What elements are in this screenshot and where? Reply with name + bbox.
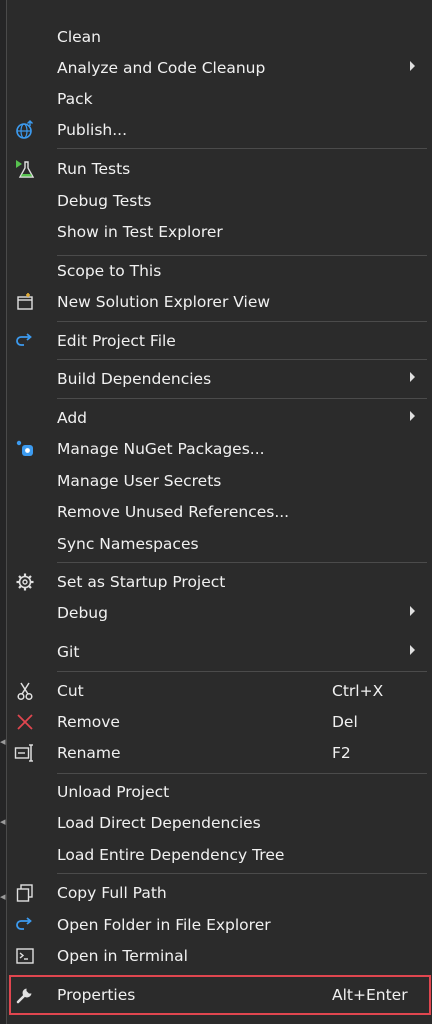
menu-separator xyxy=(57,671,427,672)
menu-item-label: New Solution Explorer View xyxy=(57,293,271,311)
menu-item-label: Copy Full Path xyxy=(57,884,167,902)
menu-item-remove-unused-references[interactable]: Remove Unused References... xyxy=(7,497,427,528)
submenu-arrow-icon xyxy=(410,61,415,71)
menu-item-label: Load Entire Dependency Tree xyxy=(57,846,285,864)
menu-item-edit-project-file[interactable]: Edit Project File xyxy=(7,326,427,357)
menu-item-label: Publish... xyxy=(57,121,128,139)
menu-item-label: Open Folder in File Explorer xyxy=(57,916,271,934)
menu-item-open-folder-in-file-explorer[interactable]: Open Folder in File Explorer xyxy=(7,910,427,941)
menu-item-remove[interactable]: Remove Del xyxy=(7,707,427,738)
menu-item-show-in-test-explorer[interactable]: Show in Test Explorer xyxy=(7,217,427,248)
menu-item-new-solution-explorer-view[interactable]: New Solution Explorer View xyxy=(7,287,427,318)
menu-item-set-as-startup-project[interactable]: Set as Startup Project xyxy=(7,567,427,598)
menu-separator xyxy=(57,873,427,874)
menu-item-label: Add xyxy=(57,409,88,427)
menu-item-run-tests[interactable]: Run Tests xyxy=(7,154,427,185)
menu-item-label: Run Tests xyxy=(57,160,131,178)
menu-item-cut[interactable]: Cut Ctrl+X xyxy=(7,676,427,707)
menu-item-label: Remove xyxy=(57,713,120,731)
menu-item-unload-project[interactable]: Unload Project xyxy=(7,777,427,808)
submenu-arrow-icon xyxy=(410,411,415,421)
menu-item-label: Git xyxy=(57,643,80,661)
publish-globe-icon xyxy=(13,119,37,141)
menu-item-publish[interactable]: Publish... xyxy=(7,115,427,146)
menu-separator xyxy=(57,359,427,360)
menu-item-build-dependencies[interactable]: Build Dependencies xyxy=(7,364,427,395)
remove-x-icon xyxy=(13,711,37,733)
project-context-menu: Clean Analyze and Code Cleanup Pack Publ… xyxy=(6,0,432,1024)
menu-item-label: Unload Project xyxy=(57,783,170,801)
menu-item-load-entire-dependency-tree[interactable]: Load Entire Dependency Tree xyxy=(7,840,427,871)
menu-item-scope-to-this[interactable]: Scope to This xyxy=(7,256,427,287)
menu-item-label: Open in Terminal xyxy=(57,947,188,965)
menu-item-label: Pack xyxy=(57,90,93,108)
menu-item-label: Build Dependencies xyxy=(57,370,212,388)
menu-separator xyxy=(57,321,427,322)
submenu-arrow-icon xyxy=(410,606,415,616)
menu-item-label: Load Direct Dependencies xyxy=(57,814,261,832)
menu-item-label: Clean xyxy=(57,28,101,46)
menu-item-label: Cut xyxy=(57,682,84,700)
menu-item-manage-nuget-packages[interactable]: Manage NuGet Packages... xyxy=(7,434,427,465)
submenu-arrow-icon xyxy=(410,645,415,655)
submenu-arrow-icon xyxy=(410,372,415,382)
copy-icon xyxy=(13,882,37,904)
menu-item-clean[interactable]: Clean xyxy=(7,22,427,53)
menu-item-add[interactable]: Add xyxy=(7,403,427,434)
menu-item-git[interactable]: Git xyxy=(7,637,427,668)
menu-item-label: Debug xyxy=(57,604,108,622)
scissors-icon xyxy=(13,680,37,702)
shortcut-text: Del xyxy=(332,713,358,731)
menu-separator xyxy=(57,773,427,774)
menu-separator xyxy=(57,562,427,563)
open-folder-arrow-icon xyxy=(13,914,37,936)
menu-item-debug[interactable]: Debug xyxy=(7,598,427,629)
properties-highlight-box xyxy=(9,975,431,1015)
menu-item-analyze-and-code-cleanup[interactable]: Analyze and Code Cleanup xyxy=(7,53,427,84)
nuget-icon xyxy=(13,438,37,460)
menu-item-label: Remove Unused References... xyxy=(57,503,290,521)
menu-separator xyxy=(57,148,427,149)
menu-item-label: Manage NuGet Packages... xyxy=(57,440,265,458)
menu-item-label: Analyze and Code Cleanup xyxy=(57,59,266,77)
menu-item-open-in-terminal[interactable]: Open in Terminal xyxy=(7,941,427,972)
shortcut-text: F2 xyxy=(332,744,351,762)
menu-item-label: Edit Project File xyxy=(57,332,176,350)
menu-item-sync-namespaces[interactable]: Sync Namespaces xyxy=(7,529,427,560)
gear-icon xyxy=(13,571,37,593)
menu-item-label: Debug Tests xyxy=(57,192,152,210)
menu-item-load-direct-dependencies[interactable]: Load Direct Dependencies xyxy=(7,808,427,839)
terminal-icon xyxy=(13,945,37,967)
run-tests-flask-icon xyxy=(13,158,37,180)
menu-item-label: Scope to This xyxy=(57,262,162,280)
shortcut-text: Ctrl+X xyxy=(332,682,384,700)
menu-item-label: Sync Namespaces xyxy=(57,535,199,553)
menu-item-label: Show in Test Explorer xyxy=(57,223,223,241)
menu-item-label: Rename xyxy=(57,744,121,762)
menu-item-label: Manage User Secrets xyxy=(57,472,222,490)
menu-item-copy-full-path[interactable]: Copy Full Path xyxy=(7,878,427,909)
new-window-icon xyxy=(13,291,37,313)
redo-arrow-icon xyxy=(13,330,37,352)
rename-icon xyxy=(13,742,37,764)
menu-separator xyxy=(57,398,427,399)
menu-item-debug-tests[interactable]: Debug Tests xyxy=(7,186,427,217)
menu-item-manage-user-secrets[interactable]: Manage User Secrets xyxy=(7,466,427,497)
menu-item-pack[interactable]: Pack xyxy=(7,84,427,115)
menu-item-label: Set as Startup Project xyxy=(57,573,226,591)
menu-item-rename[interactable]: Rename F2 xyxy=(7,738,427,769)
